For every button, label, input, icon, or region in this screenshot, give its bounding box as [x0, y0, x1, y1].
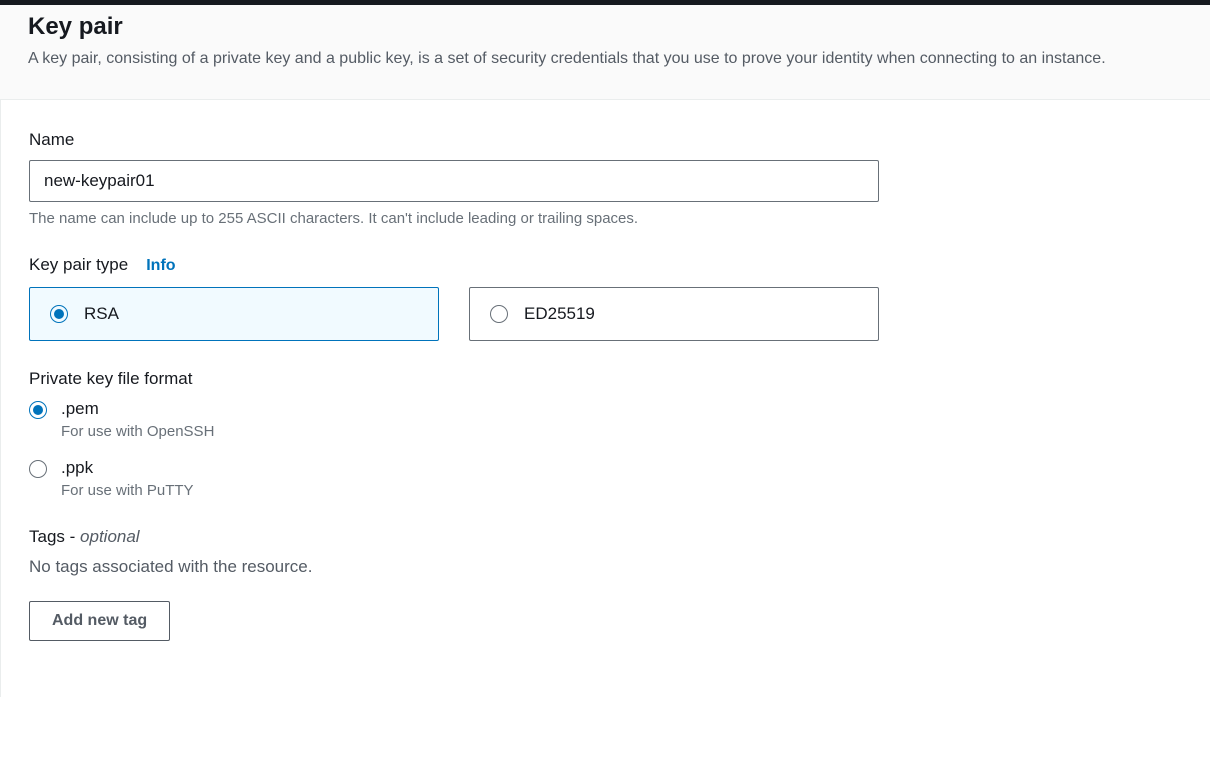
radio-icon — [50, 305, 68, 323]
tags-label-prefix: Tags - — [29, 527, 80, 546]
file-format-option-ppk[interactable]: .ppk For use with PuTTY — [29, 458, 1182, 499]
file-format-option-pem[interactable]: .pem For use with OpenSSH — [29, 399, 1182, 440]
file-format-options: .pem For use with OpenSSH .ppk For use w… — [29, 399, 1182, 499]
tags-label-optional: optional — [80, 527, 140, 546]
header-section: Key pair A key pair, consisting of a pri… — [0, 5, 1210, 100]
keypair-type-label: Key pair type — [29, 255, 128, 275]
page-description: A key pair, consisting of a private key … — [28, 47, 1168, 71]
keypair-type-option-ed25519[interactable]: ED25519 — [469, 287, 879, 341]
keypair-type-options: RSA ED25519 — [29, 287, 879, 341]
file-format-option-description: For use with PuTTY — [61, 482, 194, 499]
keypair-type-option-label: RSA — [84, 304, 119, 324]
keypair-type-group: Key pair type Info RSA ED25519 — [29, 255, 1182, 341]
name-input[interactable] — [29, 160, 879, 202]
name-field-group: Name The name can include up to 255 ASCI… — [29, 130, 1182, 227]
file-format-option-description: For use with OpenSSH — [61, 423, 214, 440]
keypair-type-info-link[interactable]: Info — [146, 257, 175, 275]
file-format-label: Private key file format — [29, 369, 1182, 389]
radio-icon — [29, 460, 47, 478]
file-format-option-label: .ppk — [61, 458, 194, 478]
keypair-type-option-label: ED25519 — [524, 304, 595, 324]
tags-label: Tags - optional — [29, 527, 1182, 547]
name-label: Name — [29, 130, 1182, 150]
file-format-option-label: .pem — [61, 399, 214, 419]
keypair-type-option-rsa[interactable]: RSA — [29, 287, 439, 341]
page-title: Key pair — [28, 13, 1182, 41]
tags-group: Tags - optional No tags associated with … — [29, 527, 1182, 641]
keypair-type-label-row: Key pair type Info — [29, 255, 1182, 275]
radio-icon — [29, 401, 47, 419]
file-format-group: Private key file format .pem For use wit… — [29, 369, 1182, 499]
name-helper-text: The name can include up to 255 ASCII cha… — [29, 210, 1182, 227]
add-new-tag-button[interactable]: Add new tag — [29, 601, 170, 641]
form-body: Name The name can include up to 255 ASCI… — [0, 100, 1210, 697]
tags-empty-text: No tags associated with the resource. — [29, 557, 1182, 577]
radio-icon — [490, 305, 508, 323]
